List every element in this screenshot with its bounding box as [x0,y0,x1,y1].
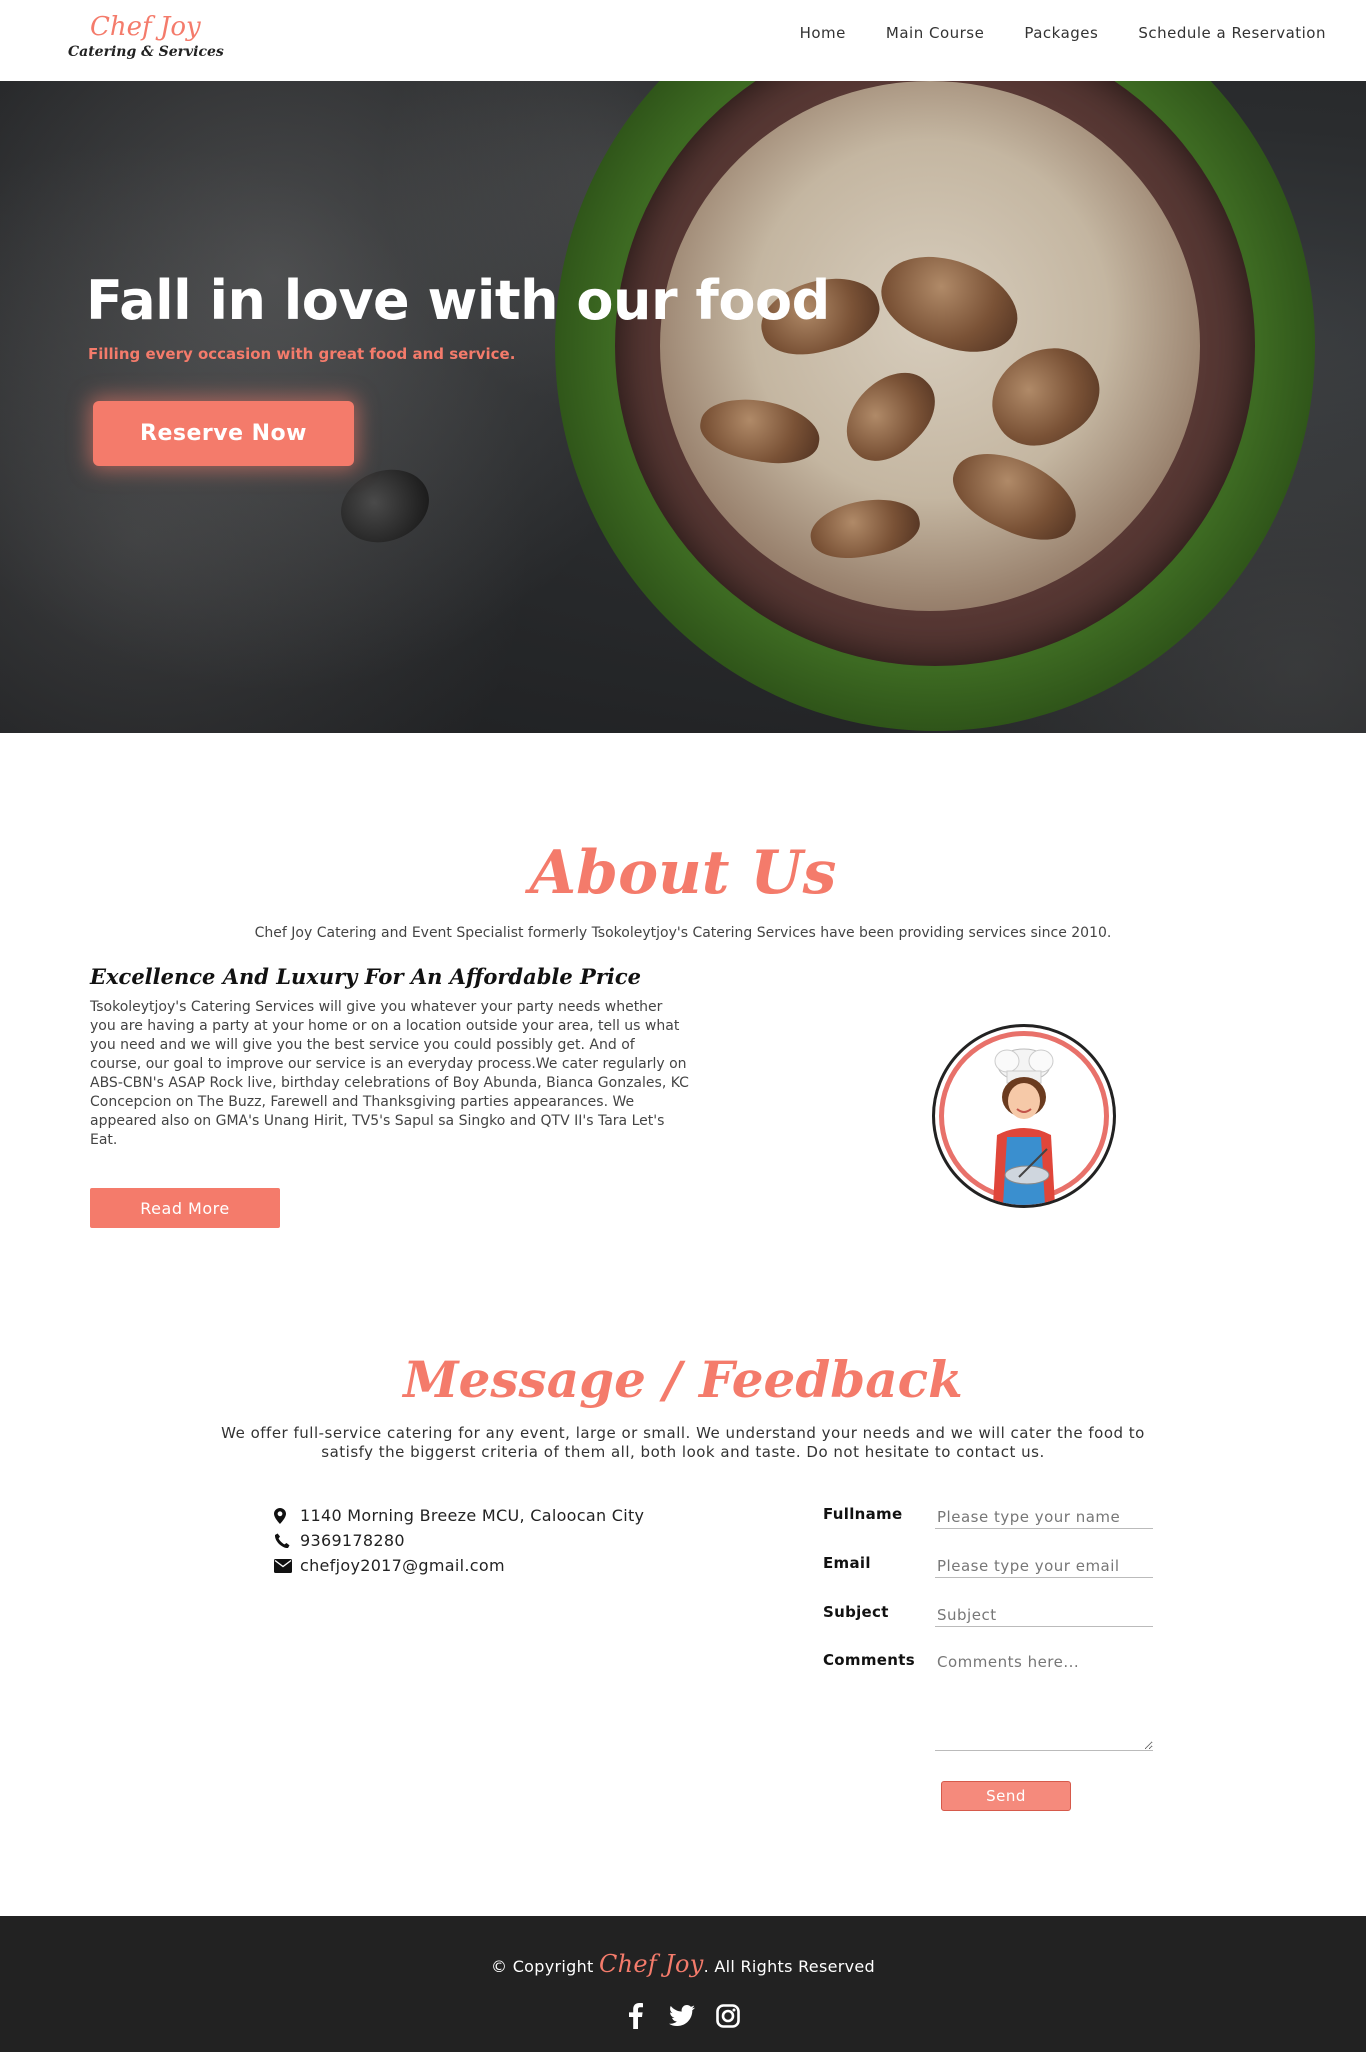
about-text: Tsokoleytjoy's Catering Services will gi… [90,999,689,1148]
contact-address: 1140 Morning Breeze MCU, Caloocan City [274,1503,644,1528]
footer: © Copyright Chef Joy. All Rights Reserve… [0,1916,1366,2052]
message-intro: We offer full-service catering for any e… [221,1424,1145,1461]
nav-link-home[interactable]: Home [780,24,866,42]
envelope-icon [274,1558,296,1573]
logo[interactable]: Chef Joy Catering & Services [68,12,224,67]
hero-title: Fall in love with our food [86,269,830,332]
phone-icon [274,1533,296,1549]
chef-illustration-icon [993,1048,1055,1205]
top-navbar: Chef Joy Catering & Services Home Main C… [0,0,1366,81]
about-intro: Chef Joy Catering and Event Specialist f… [254,925,1112,941]
map-marker-icon [274,1507,296,1524]
contact-email: chefjoy2017@gmail.com [274,1553,644,1578]
send-button[interactable]: Send [941,1781,1071,1811]
nav-link-packages[interactable]: Packages [1004,24,1118,42]
hero-banner: Fall in love with our food Filling every… [0,81,1366,733]
nav-links: Home Main Course Packages Schedule a Res… [780,24,1346,42]
email-row: Email [823,1554,1153,1578]
contact-phone: 9369178280 [274,1528,644,1553]
about-title: About Us [529,838,837,908]
contact-phone-text: 9369178280 [300,1531,405,1550]
copyright: © Copyright Chef Joy. All Rights Reserve… [0,1950,1366,1978]
fullname-row: Fullname [823,1505,1153,1529]
hero-subtitle: Filling every occasion with great food a… [88,345,516,363]
fullname-label: Fullname [823,1505,903,1523]
logo-tagline: Catering & Services [68,44,224,60]
comments-label: Comments [823,1651,915,1669]
read-more-button[interactable]: Read More [90,1188,280,1228]
chef-avatar [932,1024,1116,1208]
copyright-suffix: . All Rights Reserved [703,1957,875,1976]
contact-info: 1140 Morning Breeze MCU, Caloocan City 9… [274,1503,644,1578]
copyright-brand: Chef Joy [598,1950,704,1978]
comments-row: Comments [823,1651,1153,1751]
contact-email-text: chefjoy2017@gmail.com [300,1556,505,1575]
fullname-input[interactable] [935,1505,1153,1529]
about-heading: Excellence And Luxury For An Affordable … [90,964,642,989]
copyright-prefix: © Copyright [491,1957,594,1976]
logo-name: Chef Joy [90,12,201,42]
nav-link-schedule-reservation[interactable]: Schedule a Reservation [1118,24,1346,42]
subject-label: Subject [823,1603,889,1621]
message-title: Message / Feedback [403,1350,963,1409]
contact-address-text: 1140 Morning Breeze MCU, Caloocan City [300,1506,645,1525]
subject-row: Subject [823,1603,1153,1627]
facebook-icon[interactable] [622,2002,650,2030]
instagram-icon[interactable] [714,2002,742,2030]
subject-input[interactable] [935,1603,1153,1627]
email-label: Email [823,1554,871,1572]
social-links [622,2002,742,2030]
twitter-icon[interactable] [668,2002,696,2030]
email-input[interactable] [935,1554,1153,1578]
hero-food-image [660,81,1200,611]
comments-textarea[interactable] [935,1651,1153,1751]
reserve-now-button[interactable]: Reserve Now [93,401,354,466]
nav-link-main-course[interactable]: Main Course [866,24,1004,42]
